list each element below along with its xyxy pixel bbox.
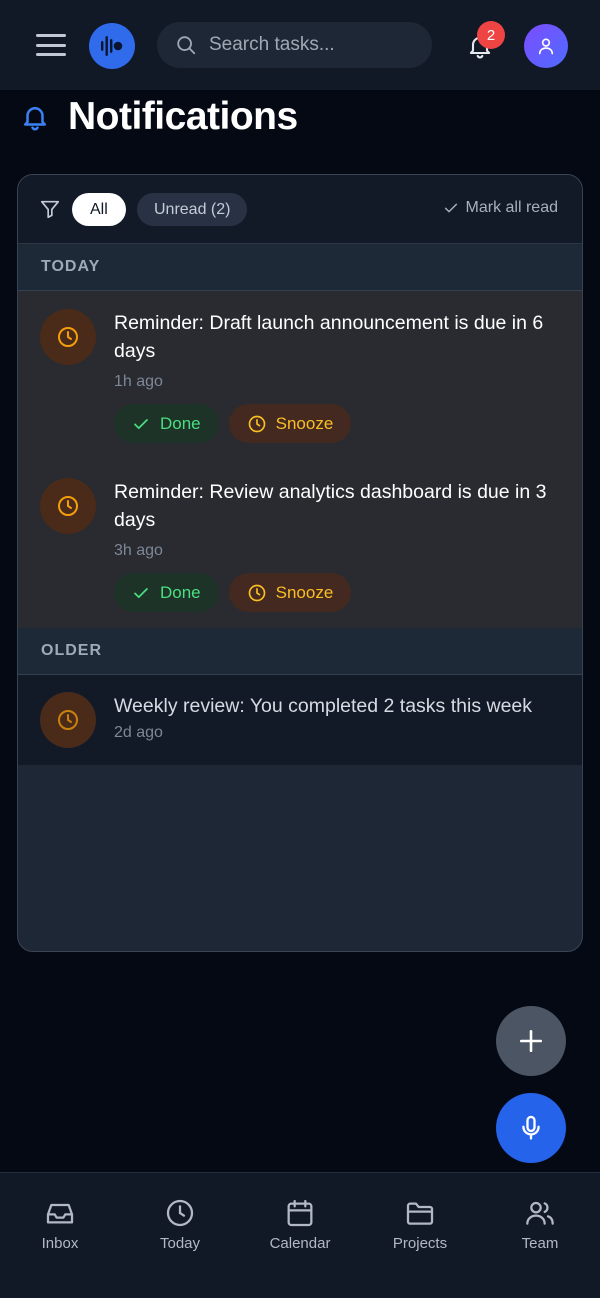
nav-team[interactable]: Team [480, 1173, 600, 1298]
notification-time: 2d ago [114, 724, 163, 741]
notification-text: Reminder: Draft launch announcement is d… [114, 312, 544, 362]
mark-all-read-button[interactable]: Mark all read [443, 199, 558, 217]
nav-label: Calendar [269, 1235, 331, 1252]
older-list: Weekly review: You completed 2 tasks thi… [18, 675, 582, 765]
notification-count-badge: 2 [477, 21, 505, 49]
reminder-icon [40, 692, 96, 748]
clock-icon [58, 710, 78, 730]
reminder-icon [40, 309, 96, 365]
nav-label: Team [521, 1235, 559, 1252]
menu-icon[interactable] [36, 32, 66, 58]
notification-text: Weekly review: You completed 2 tasks thi… [114, 695, 533, 717]
user-icon [538, 38, 554, 55]
bell-icon [24, 107, 46, 131]
filter-icon[interactable] [39, 198, 61, 220]
voice-input-button[interactable] [496, 1093, 566, 1163]
check-icon [134, 587, 148, 598]
search-input[interactable] [209, 34, 429, 56]
microphone-icon [522, 1115, 540, 1140]
notification-item[interactable]: Reminder: Review analytics dashboard is … [18, 461, 582, 628]
check-icon [134, 418, 148, 429]
page-title: Notifications [68, 95, 298, 138]
done-button[interactable]: Done [114, 573, 219, 612]
filter-all-chip[interactable]: All [72, 193, 126, 226]
users-icon [526, 1201, 554, 1225]
filter-bar: All Unread (2) Mark all read [18, 175, 582, 244]
search-bar[interactable] [157, 22, 432, 68]
calendar-icon [287, 1199, 313, 1227]
search-icon [177, 36, 196, 55]
reminder-icon [40, 478, 96, 534]
notification-time: 3h ago [114, 542, 163, 559]
done-button[interactable]: Done [114, 404, 219, 443]
snooze-label: Snooze [275, 582, 334, 602]
done-label: Done [160, 582, 201, 602]
notification-text: Reminder: Review analytics dashboard is … [114, 481, 547, 531]
nav-inbox[interactable]: Inbox [0, 1173, 120, 1298]
plus-icon [519, 1029, 543, 1053]
top-bar: 2 [0, 0, 600, 90]
snooze-label: Snooze [275, 413, 334, 433]
notification-item[interactable]: Weekly review: You completed 2 tasks thi… [18, 675, 582, 765]
nav-calendar[interactable]: Calendar [240, 1173, 360, 1298]
nav-projects[interactable]: Projects [360, 1173, 480, 1298]
section-header-older: OLDER [18, 628, 582, 675]
inbox-icon [46, 1203, 74, 1224]
snooze-button[interactable]: Snooze [228, 573, 352, 612]
done-label: Done [160, 413, 201, 433]
nav-label: Today [159, 1235, 201, 1252]
bottom-nav: Inbox Today Calendar Projects Team [0, 1172, 600, 1298]
nav-label: Projects [392, 1235, 448, 1252]
waveform-logo-icon [101, 36, 123, 56]
clock-icon [248, 415, 265, 432]
filter-unread-chip[interactable]: Unread (2) [137, 193, 248, 226]
nav-today[interactable]: Today [120, 1173, 240, 1298]
folder-icon [406, 1202, 434, 1225]
page-header: Notifications [20, 94, 298, 140]
mark-all-read-label: Mark all read [465, 199, 558, 216]
today-list: Reminder: Draft launch announcement is d… [18, 291, 582, 628]
app-logo[interactable] [89, 23, 135, 69]
clock-icon [58, 327, 78, 347]
section-header-today: TODAY [18, 244, 582, 291]
check-icon [444, 203, 457, 213]
notification-item[interactable]: Reminder: Draft launch announcement is d… [18, 291, 582, 461]
clock-icon [166, 1199, 194, 1227]
clock-icon [248, 584, 265, 601]
nav-label: Inbox [41, 1235, 79, 1252]
avatar[interactable] [524, 24, 568, 68]
add-task-button[interactable] [496, 1006, 566, 1076]
clock-icon [58, 496, 78, 516]
notification-time: 1h ago [114, 373, 163, 390]
snooze-button[interactable]: Snooze [228, 404, 352, 443]
notifications-panel: All Unread (2) Mark all read TODAY Remin… [17, 174, 583, 952]
